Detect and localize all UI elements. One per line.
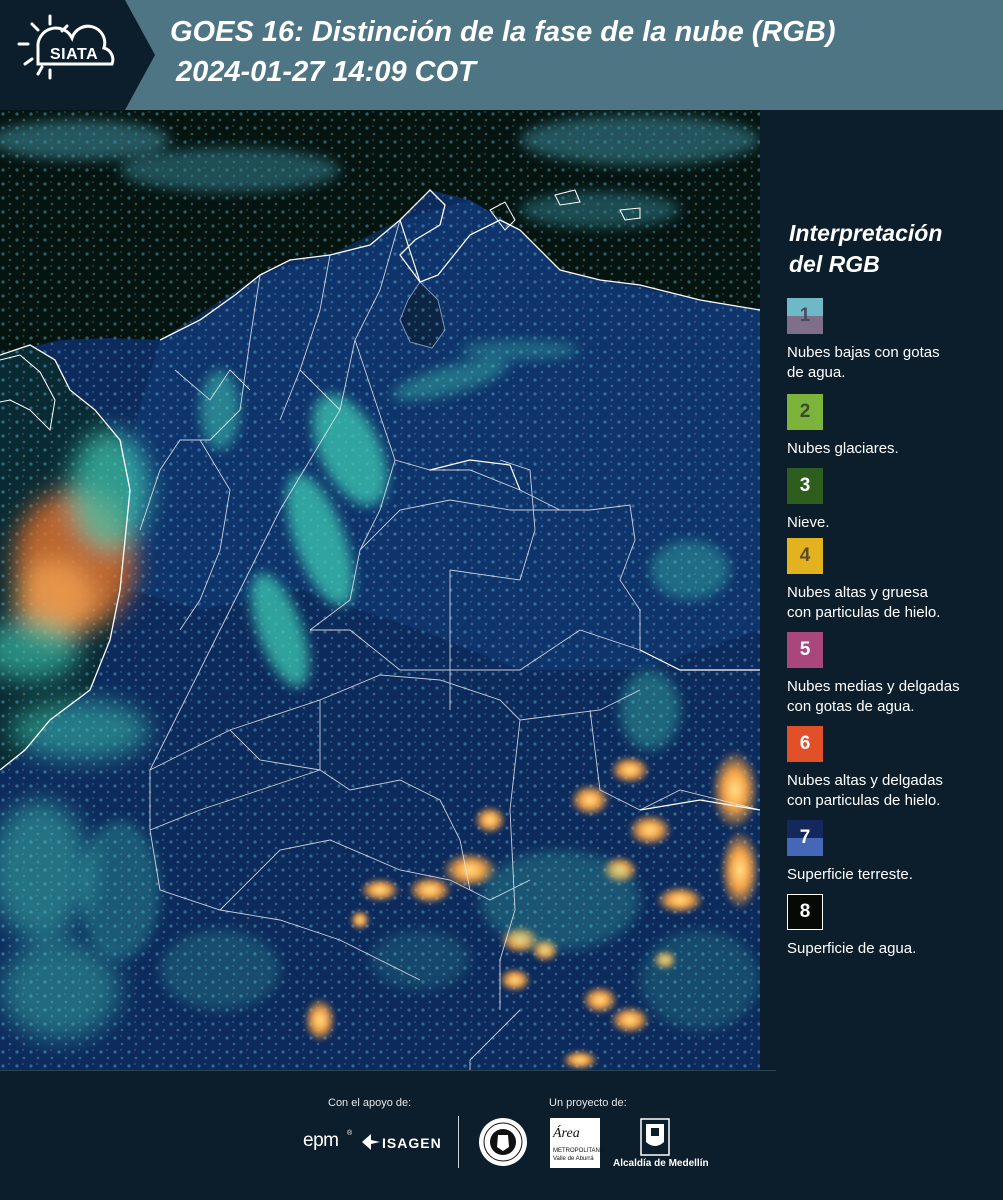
legend-swatch-5: 5 <box>787 632 823 668</box>
page-timestamp: 2024-01-27 14:09 COT <box>176 56 476 88</box>
legend-swatch-1: 1 <box>787 298 823 334</box>
legend-item-8: 8 Superficie de agua. <box>787 894 997 959</box>
legend-item-4: 4 Nubes altas y gruesa con particulas de… <box>787 538 997 623</box>
siata-logo-text: SIATA <box>50 46 99 63</box>
footer-divider <box>458 1116 459 1168</box>
project-label: Un proyecto de: <box>549 1097 627 1109</box>
alcaldia-label: Alcaldía de Medellín <box>613 1158 709 1169</box>
university-seal-icon[interactable] <box>478 1117 528 1167</box>
satellite-map[interactable] <box>0 110 760 1070</box>
legend-item-6: 6 Nubes altas y delgadas con particulas … <box>787 726 997 811</box>
legend-swatch-3: 3 <box>787 468 823 504</box>
legend-swatch-8: 8 <box>787 894 823 930</box>
legend-title: Interpretación del RGB <box>789 220 943 277</box>
legend-swatch-2: 2 <box>787 394 823 430</box>
support-label: Con el apoyo de: <box>328 1097 412 1109</box>
isagen-icon <box>362 1134 380 1150</box>
footer: Con el apoyo de: Un proyecto de: epm ® I… <box>0 1070 1003 1200</box>
header: SIATA GOES 16: Distinción de la fase de … <box>0 0 1003 110</box>
legend-swatch-6: 6 <box>787 726 823 762</box>
legend-panel: Interpretación del RGB 1 Nubes bajas con… <box>760 110 1003 1070</box>
isagen-logo[interactable]: ISAGEN <box>382 1135 442 1151</box>
legend-item-3: 3 Nieve. <box>787 468 997 533</box>
area-metropolitana-logo[interactable]: Área METROPOLITANA Valle de Aburrá <box>550 1118 604 1168</box>
epm-logo[interactable]: epm <box>303 1130 339 1152</box>
legend-swatch-7: 7 <box>787 820 823 856</box>
registered-icon: ® <box>347 1130 353 1137</box>
legend-swatch-4: 4 <box>787 538 823 574</box>
page-title: GOES 16: Distinción de la fase de la nub… <box>170 16 836 48</box>
legend-item-2: 2 Nubes glaciares. <box>787 394 997 459</box>
alcaldia-shield-icon[interactable] <box>640 1118 670 1156</box>
legend-item-7: 7 Superficie terreste. <box>787 820 997 885</box>
footer-divider-line <box>0 1070 776 1071</box>
legend-item-5: 5 Nubes medias y delgadas con gotas de a… <box>787 632 997 717</box>
legend-item-1: 1 Nubes bajas con gotas de agua. <box>787 298 997 383</box>
siata-logo[interactable]: SIATA <box>0 0 155 110</box>
